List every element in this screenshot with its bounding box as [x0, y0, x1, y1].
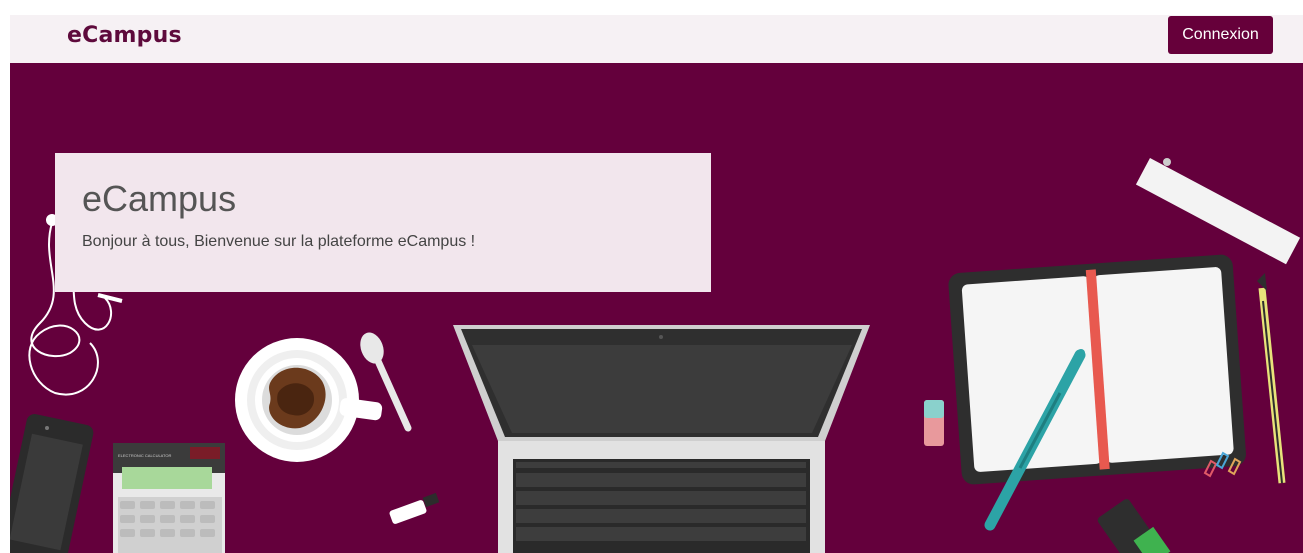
usb-drive-icon: [389, 492, 440, 524]
coffee-cup-icon: [235, 338, 383, 462]
smartphone-icon: [10, 414, 94, 553]
login-button[interactable]: Connexion: [1168, 16, 1273, 54]
laptop-icon: [453, 325, 870, 553]
notebook-icon: [948, 254, 1246, 485]
ruler-icon: [1135, 157, 1301, 265]
welcome-message: Bonjour à tous, Bienvenue sur la platefo…: [82, 233, 476, 250]
page-title: eCampus: [82, 178, 237, 219]
hero-banner: ELECTRONIC CALCULATOR eCampus Bonjour à …: [10, 63, 1303, 553]
eraser-icon: [924, 400, 944, 446]
desk-illustration: ELECTRONIC CALCULATOR: [10, 157, 1301, 553]
calculator-label: ELECTRONIC CALCULATOR: [118, 453, 172, 458]
welcome-card: eCampus Bonjour à tous, Bienvenue sur la…: [55, 153, 711, 292]
calculator-icon: ELECTRONIC CALCULATOR: [113, 443, 225, 553]
pencil-icon: [1257, 273, 1286, 484]
top-navbar: eCampus Connexion: [10, 15, 1303, 63]
highlighter-icon: [1097, 499, 1171, 553]
brand-logo[interactable]: eCampus: [67, 23, 182, 48]
